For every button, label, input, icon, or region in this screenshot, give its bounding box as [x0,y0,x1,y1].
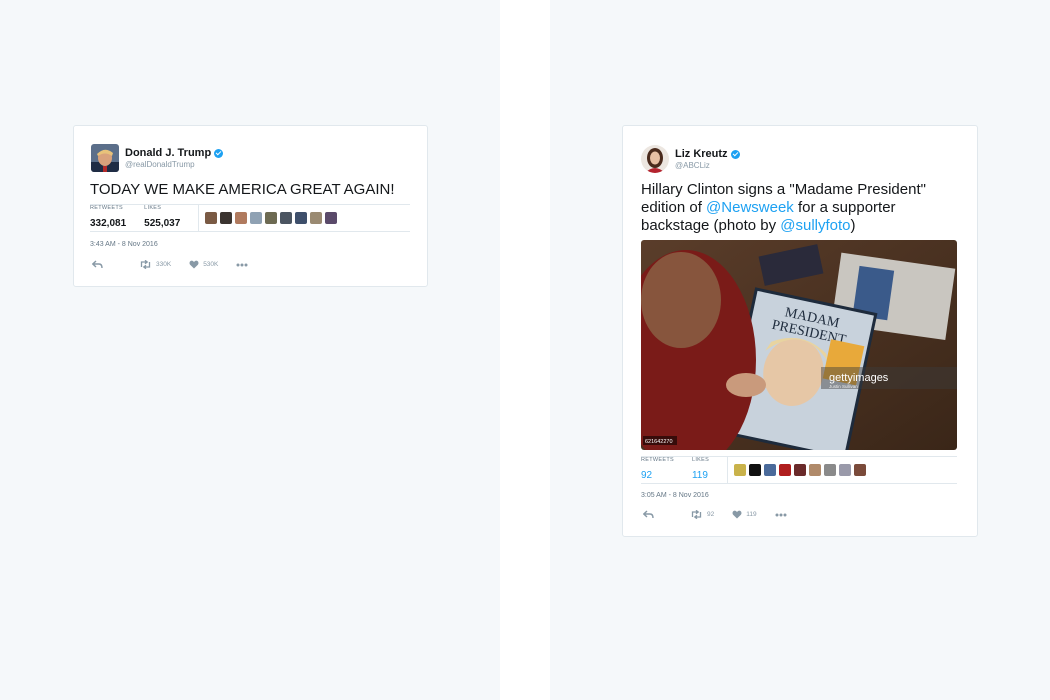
photo-credit: Justin Sullivan [829,384,858,389]
photo-id: 621642270 [645,439,673,445]
retweet-count: 92 [707,511,715,518]
avatar[interactable] [91,144,119,172]
likes-label: LIKES [691,457,710,464]
tweet-text: Hillary Clinton signs a "Madame Presiden… [641,181,961,235]
mention-link-sullyfoto[interactable]: @sullyfoto [780,217,850,234]
avatar[interactable] [641,145,669,173]
retweet-icon [691,510,702,519]
retweets-label: RETWEETS [641,457,674,464]
likes-value: 525,037 [144,217,181,229]
timestamp[interactable]: 3:43 AM - 8 Nov 2016 [90,241,158,248]
liker-avatar[interactable] [205,212,218,224]
reply-button[interactable] [643,510,658,519]
tweet-photo[interactable]: MADAM PRESIDENT gettyimages Justin Sulli… [641,240,957,450]
retweet-button[interactable]: 92 [690,510,714,519]
likes-value: 119 [691,469,708,481]
left-panel [0,0,500,700]
liker-avatar[interactable] [839,464,852,476]
reply-icon [92,260,103,269]
photo-watermark: gettyimages [829,372,889,384]
like-count: 530K [203,261,219,268]
liker-avatar[interactable] [280,212,293,224]
user-handle[interactable]: @realDonaldTrump [125,160,223,169]
user-handle[interactable]: @ABCLiz [675,161,740,170]
liker-avatar[interactable] [734,464,747,476]
verified-badge-icon [730,149,740,159]
timestamp[interactable]: 3:05 AM - 8 Nov 2016 [641,492,709,499]
more-icon [775,513,787,516]
mention-link-newsweek[interactable]: @Newsweek [706,199,794,216]
liker-avatar[interactable] [325,212,338,224]
display-name[interactable]: Liz Kreutz [675,148,728,161]
tweet-actions: 330K 530K [92,260,270,269]
liker-avatar[interactable] [779,464,792,476]
reply-button[interactable] [92,260,107,269]
likes-label: LIKES [144,205,162,212]
liker-avatar[interactable] [809,464,822,476]
liker-avatar[interactable] [265,212,278,224]
retweets-stat[interactable]: RETWEETS 332,081 [90,206,126,230]
likes-stat[interactable]: LIKES 119 [692,458,709,482]
liker-avatar[interactable] [310,212,323,224]
tweet-card-trump: Donald J. Trump @realDonaldTrump TODAY W… [73,125,428,287]
retweets-stat[interactable]: RETWEETS 92 [641,458,674,482]
tweet-stats: RETWEETS 332,081 LIKES 525,037 [90,204,410,232]
tweet-text: TODAY WE MAKE AMERICA GREAT AGAIN! [90,181,395,198]
like-count: 119 [746,511,757,518]
like-button[interactable]: 530K [189,260,218,269]
heart-icon [189,260,199,269]
more-icon [236,263,248,266]
tweet-actions: 92 119 [643,510,809,519]
reply-icon [643,510,654,519]
tweet-card-kreutz: Liz Kreutz @ABCLiz Hillary Clinton signs… [622,125,978,537]
liker-avatar[interactable] [235,212,248,224]
liker-avatar[interactable] [764,464,777,476]
heart-icon [732,510,742,519]
liker-avatar[interactable] [794,464,807,476]
tweet-header: Liz Kreutz @ABCLiz [641,145,740,173]
liker-avatar[interactable] [220,212,233,224]
retweet-icon [140,260,151,269]
more-button[interactable] [775,513,791,517]
liker-avatar[interactable] [824,464,837,476]
retweet-button[interactable]: 330K [139,260,171,269]
tweet-header: Donald J. Trump @realDonaldTrump [91,144,224,172]
retweets-value: 332,081 [90,217,127,229]
liker-avatar[interactable] [749,464,762,476]
divider [727,456,729,484]
liker-avatar[interactable] [295,212,308,224]
display-name[interactable]: Donald J. Trump [125,147,211,160]
retweets-label: RETWEETS [90,205,123,212]
verified-badge-icon [214,148,224,158]
retweet-count: 330K [156,261,172,268]
liker-avatars [205,212,338,224]
liker-avatar[interactable] [854,464,867,476]
more-button[interactable] [236,263,252,267]
like-button[interactable]: 119 [732,510,757,519]
liker-avatar[interactable] [250,212,263,224]
retweets-value: 92 [641,469,653,481]
liker-avatars [734,464,867,476]
tweet-text-part: ) [850,217,856,234]
tweet-stats: RETWEETS 92 LIKES 119 [641,456,957,484]
divider [198,204,200,232]
likes-stat[interactable]: LIKES 525,037 [144,206,180,230]
